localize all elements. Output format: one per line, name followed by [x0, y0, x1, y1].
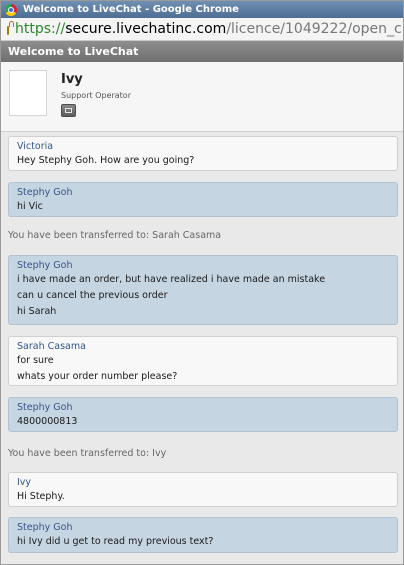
address-bar[interactable]: https://secure.livechatinc.com/licence/1…	[1, 18, 403, 41]
envelope-icon	[65, 108, 72, 113]
message-text: whats your order number please?	[17, 371, 178, 382]
chat-message: Sarah Casama for sure whats your order n…	[8, 336, 398, 386]
message-author: Stephy Goh	[17, 402, 73, 413]
url-host: secure.livechatinc.com	[65, 21, 227, 37]
message-text: hi Vic	[17, 201, 43, 212]
message-text: 4800000813	[17, 416, 78, 427]
email-transcript-button[interactable]	[61, 104, 76, 117]
chrome-icon	[5, 3, 17, 16]
chat-message: Stephy Goh 4800000813	[8, 397, 398, 432]
message-text: for sure	[17, 355, 54, 366]
chat-message: Victoria Hey Stephy Goh. How are you goi…	[8, 136, 398, 171]
browser-window: Welcome to LiveChat - Google Chrome http…	[0, 0, 404, 565]
message-author: Ivy	[17, 477, 32, 488]
chat-message: Stephy Goh hi Vic	[8, 182, 398, 217]
message-text: can u cancel the previous order	[17, 290, 168, 301]
livechat-header-title: Welcome to LiveChat	[8, 45, 139, 58]
message-text: hi Sarah	[17, 306, 57, 317]
operator-panel: Ivy Support Operator	[1, 62, 403, 132]
url-path: /licence/1049222/open_chat.cgi?grou	[226, 21, 403, 37]
chat-message: Ivy Hi Stephy.	[8, 472, 398, 507]
message-author: Stephy Goh	[17, 187, 73, 198]
message-author: Stephy Goh	[17, 260, 73, 271]
livechat-header: Welcome to LiveChat	[1, 41, 403, 62]
operator-avatar	[9, 70, 47, 116]
system-notice: You have been transferred to: Sarah Casa…	[8, 230, 222, 241]
chat-message: Stephy Goh hi Ivy did u get to read my p…	[8, 517, 398, 553]
chat-transcript[interactable]: Victoria Hey Stephy Goh. How are you goi…	[1, 131, 403, 564]
url-scheme: https://	[15, 21, 66, 37]
window-title: Welcome to LiveChat - Google Chrome	[23, 4, 239, 15]
message-text: Hi Stephy.	[17, 491, 65, 502]
message-author: Stephy Goh	[17, 522, 73, 533]
chat-message: Stephy Goh i have made an order, but hav…	[8, 255, 398, 325]
lock-icon	[7, 21, 14, 35]
message-text: i have made an order, but have realized …	[17, 274, 326, 285]
operator-name: Ivy	[61, 72, 83, 87]
message-text: Hey Stephy Goh. How are you going?	[17, 155, 195, 166]
message-text: hi Ivy did u get to read my previous tex…	[17, 536, 214, 547]
operator-role: Support Operator	[61, 91, 131, 100]
system-notice: You have been transferred to: Ivy	[8, 448, 167, 459]
message-author: Victoria	[17, 141, 54, 152]
title-bar: Welcome to LiveChat - Google Chrome	[1, 1, 403, 18]
message-author: Sarah Casama	[17, 341, 86, 352]
